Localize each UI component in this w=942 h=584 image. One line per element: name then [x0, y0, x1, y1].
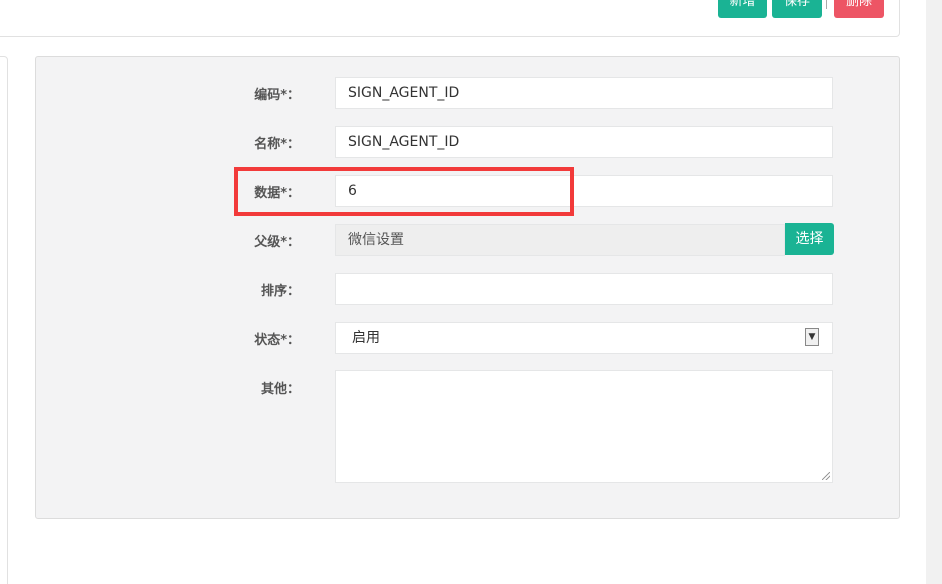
sort-field[interactable] [335, 273, 833, 305]
save-button-label: 保存 [783, 0, 810, 9]
scrollbar-track[interactable] [926, 0, 942, 584]
name-field[interactable]: SIGN_AGENT_ID [335, 126, 833, 158]
other-textarea[interactable] [335, 370, 833, 483]
new-button[interactable]: 新增 [718, 0, 767, 18]
highlight-box [234, 167, 574, 216]
resize-handle-icon[interactable] [822, 472, 830, 480]
parent-field: 微信设置 [335, 224, 785, 256]
chevron-down-icon[interactable]: ▼ [805, 328, 819, 346]
name-label: 名称*： [254, 137, 300, 152]
other-label: 其他： [260, 382, 300, 397]
sort-label: 排序： [260, 284, 300, 299]
toolbar-separator [826, 0, 827, 9]
select-parent-button[interactable]: 选择 [785, 223, 834, 255]
code-field[interactable]: SIGN_AGENT_ID [335, 77, 833, 109]
page: 新增 保存 删除 编码*： SIGN_AGENT_ID 名称*： SIGN_AG… [0, 0, 942, 584]
status-select[interactable]: 启用 [335, 322, 833, 354]
delete-button[interactable]: 删除 [834, 0, 884, 18]
status-label: 状态*： [254, 333, 300, 348]
delete-button-label: 删除 [845, 0, 872, 9]
code-label: 编码*： [254, 88, 300, 103]
save-button[interactable]: 保存 [772, 0, 822, 18]
new-button-label: 新增 [729, 0, 756, 9]
left-panel-edge [0, 56, 8, 584]
parent-label: 父级*： [254, 235, 300, 250]
